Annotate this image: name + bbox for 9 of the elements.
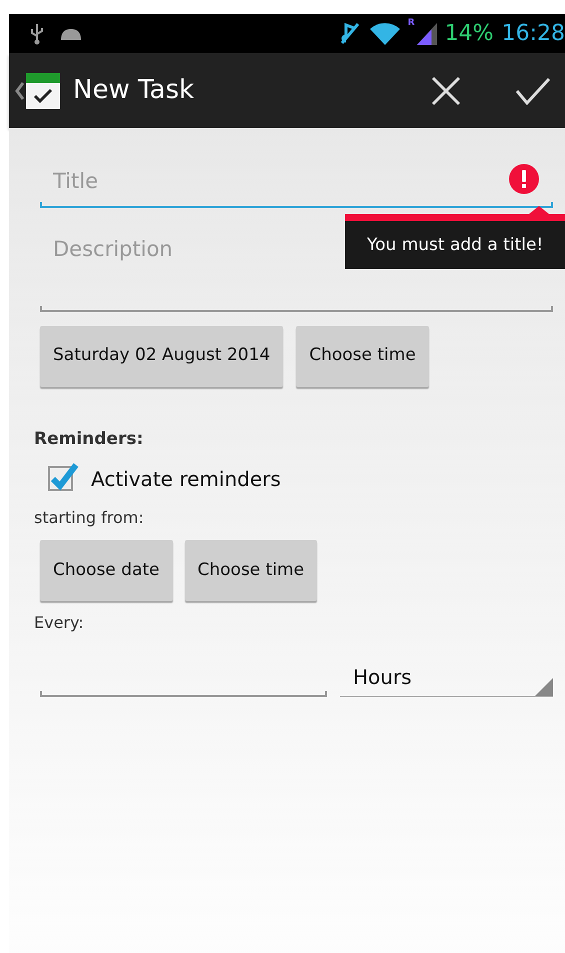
screen-title: New Task [73, 74, 194, 107]
every-label: Every: [34, 612, 85, 634]
checkbox-label: Activate reminders [91, 466, 281, 493]
battery-percentage: 14% [444, 20, 494, 48]
starting-from-label: starting from: [34, 507, 145, 529]
reminders-heading: Reminders: [34, 428, 144, 450]
roaming-indicator: R [408, 19, 415, 28]
error-tooltip: You must add a title! [345, 221, 565, 268]
clock: 16:28 [502, 20, 565, 48]
